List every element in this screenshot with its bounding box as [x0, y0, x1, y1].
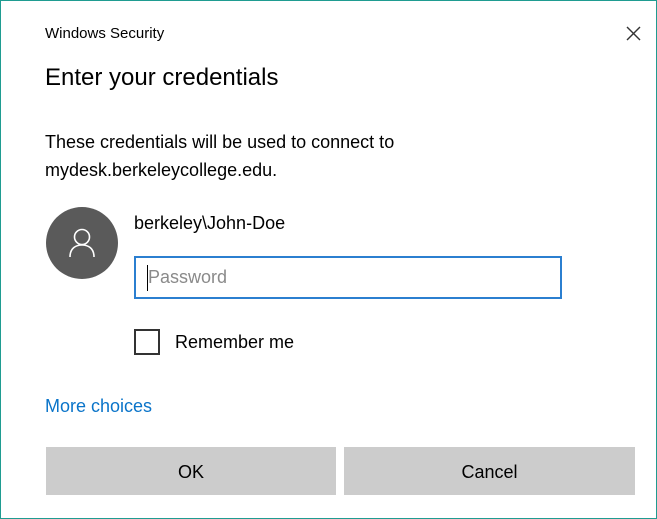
text-caret — [147, 265, 148, 291]
ok-button[interactable]: OK — [46, 447, 336, 495]
title-bar: Windows Security — [1, 1, 656, 51]
checkbox-box[interactable] — [134, 329, 160, 355]
password-input[interactable] — [134, 256, 562, 299]
windows-security-dialog: Windows Security Enter your credentials … — [0, 0, 657, 519]
user-icon — [69, 228, 95, 258]
close-icon — [626, 26, 641, 41]
dialog-heading: Enter your credentials — [45, 64, 279, 91]
remember-me-label: Remember me — [175, 332, 295, 352]
account-username: berkeley\John-Doe — [134, 213, 286, 233]
cancel-button[interactable]: Cancel — [344, 447, 635, 495]
close-button[interactable] — [619, 19, 647, 47]
more-choices-link[interactable]: More choices — [45, 394, 152, 418]
dialog-description: These credentials will be used to connec… — [45, 132, 395, 180]
window-title: Windows Security — [45, 25, 165, 42]
avatar — [46, 207, 118, 279]
remember-me-checkbox[interactable]: Remember me — [134, 327, 294, 357]
